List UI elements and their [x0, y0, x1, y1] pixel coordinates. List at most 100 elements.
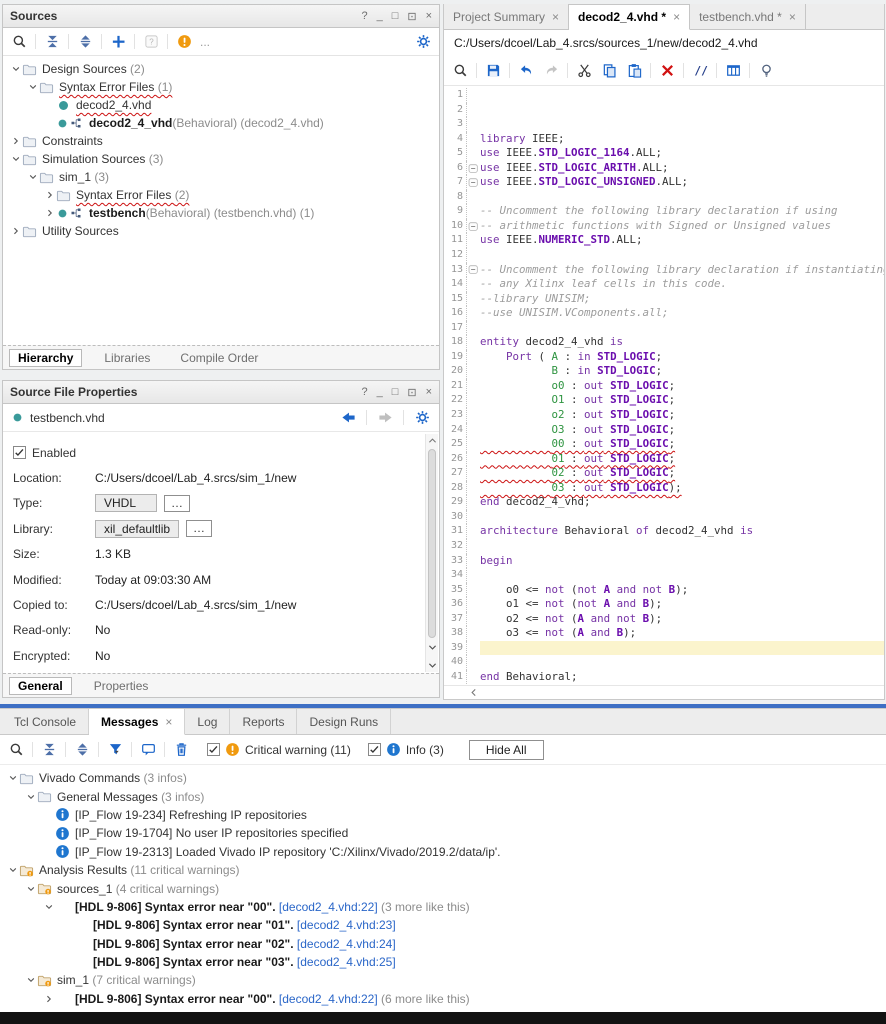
code-line[interactable]: 36 o1 <= not (not A and B); [444, 597, 884, 612]
search-button[interactable] [451, 62, 469, 80]
filter-button[interactable] [106, 741, 124, 759]
chevR-icon[interactable] [45, 190, 55, 200]
file-line-link[interactable]: [decod2_4.vhd:23] [297, 918, 396, 932]
code-line[interactable]: 7 use IEEE.STD_LOGIC_UNSIGNED.ALL; [444, 175, 884, 190]
file-line-link[interactable]: [decod2_4.vhd:22] [279, 900, 378, 914]
code-line[interactable]: 29 end decod2_4_vhd; [444, 495, 884, 510]
settings-button[interactable] [413, 409, 431, 427]
tree-row[interactable]: sim_1 (3) [3, 168, 439, 186]
expander-open-icon[interactable] [24, 884, 37, 894]
chevD-icon[interactable] [28, 172, 38, 182]
scroll-left-icon[interactable] [468, 687, 479, 698]
tree-row[interactable]: testbench(Behavioral) (testbench.vhd) (1… [3, 204, 439, 222]
code-line[interactable]: 23 o2 : out STD_LOGIC; [444, 408, 884, 423]
code-line[interactable]: 18 entity decod2_4_vhd is [444, 335, 884, 350]
file-line-link[interactable]: [decod2_4.vhd:24] [297, 937, 396, 951]
expander-open-icon[interactable] [26, 172, 39, 182]
bottom-tab-log[interactable]: Log [185, 709, 231, 734]
file-line-link[interactable]: [decod2_4.vhd:22] [279, 992, 378, 1006]
tree-row[interactable]: Analysis Results (11 critical warnings) [0, 861, 886, 879]
code-line[interactable]: 20 B : in STD_LOGIC; [444, 364, 884, 379]
browse-button[interactable]: … [186, 520, 213, 538]
bottom-tab-design-runs[interactable]: Design Runs [297, 709, 392, 734]
minimize-icon[interactable]: _ [377, 386, 383, 399]
expander-closed-icon[interactable] [42, 994, 55, 1004]
code-line[interactable]: 12 [444, 248, 884, 263]
code-line[interactable]: 14 -- any Xilinx leaf cells in this code. [444, 277, 884, 292]
expand-all-button[interactable] [76, 33, 94, 51]
code-line[interactable]: 16 --use UNISIM.VComponents.all; [444, 306, 884, 321]
code-line[interactable]: 33 begin [444, 553, 884, 569]
tree-row[interactable]: Syntax Error Files (1) [3, 78, 439, 96]
help-icon[interactable]: ? [361, 386, 367, 399]
expander-open-icon[interactable] [26, 82, 39, 92]
tree-row[interactable]: [IP_Flow 19-234] Refreshing IP repositor… [0, 806, 886, 824]
code-line[interactable]: 24 O3 : out STD_LOGIC; [444, 422, 884, 438]
code-line[interactable]: 41 end Behavioral; [444, 669, 884, 685]
delete-messages-button[interactable] [172, 741, 190, 759]
code-line[interactable]: 19 Port ( A : in STD_LOGIC; [444, 349, 884, 365]
expander-open-icon[interactable] [9, 154, 22, 164]
search-button[interactable] [10, 33, 28, 51]
warning-button[interactable] [175, 33, 193, 51]
forward-button[interactable] [376, 409, 394, 427]
close-tab-icon[interactable]: × [165, 715, 172, 729]
collapse-all-button[interactable] [43, 33, 61, 51]
scroll-down-icon[interactable] [426, 659, 439, 672]
tree-row[interactable]: [HDL 9-806] Syntax error near "00". [dec… [0, 898, 886, 916]
chevD-icon[interactable] [11, 64, 21, 74]
copy-button[interactable] [600, 62, 618, 80]
tree-row[interactable]: Vivado Commands (3 infos) [0, 769, 886, 787]
chevD-icon[interactable] [8, 773, 18, 783]
browse-button[interactable]: … [164, 494, 190, 512]
tree-row[interactable]: [HDL 9-806] Syntax error near "01". [dec… [0, 916, 886, 934]
tree-row[interactable]: [HDL 9-806] Syntax error near "03". [dec… [0, 953, 886, 971]
search-button[interactable] [7, 741, 25, 759]
lightbulb-button[interactable] [757, 62, 775, 80]
hide-all-button[interactable]: Hide All [468, 739, 544, 760]
scroll-down-icon[interactable] [426, 641, 439, 654]
maximize-icon[interactable]: □ [392, 10, 399, 23]
tree-row[interactable]: [HDL 9-806] Syntax error near "00". [dec… [0, 990, 886, 1008]
editor-horizontal-scrollbar[interactable] [444, 685, 884, 699]
editor-tab-testbench-vhd-[interactable]: testbench.vhd * × [690, 4, 806, 29]
tree-row[interactable]: decod2_4.vhd [3, 96, 439, 114]
sources-tab-libraries[interactable]: Libraries [96, 350, 158, 366]
code-line[interactable]: 1 [444, 88, 884, 103]
code-line[interactable]: 25 00 : out STD_LOGIC; [444, 437, 884, 452]
expander-closed-icon[interactable] [43, 190, 56, 200]
cut-button[interactable] [575, 62, 593, 80]
undo-button[interactable] [517, 62, 535, 80]
code-area[interactable]: 1 2 3 4 library IEEE; 5 use IEEE.STD_LOGIC_116… [444, 86, 884, 685]
code-line[interactable]: 8 [444, 189, 884, 205]
code-line[interactable]: 35 o0 <= not (not A and not B); [444, 582, 884, 598]
code-line[interactable]: 6 use IEEE.STD_LOGIC_ARITH.ALL; [444, 160, 884, 176]
scrollbar-thumb[interactable] [428, 449, 436, 638]
code-line[interactable]: 27 02 : out STD_LOGIC; [444, 466, 884, 481]
expander-open-icon[interactable] [42, 902, 55, 912]
expander-closed-icon[interactable] [43, 208, 56, 218]
chevR-icon[interactable] [44, 994, 54, 1004]
scroll-up-icon[interactable] [426, 434, 439, 447]
properties-tab-properties[interactable]: Properties [86, 678, 157, 694]
expander-open-icon[interactable] [24, 792, 37, 802]
tree-row[interactable]: Constraints [3, 132, 439, 150]
help-icon[interactable]: ? [361, 10, 367, 23]
comment-button[interactable]: // [691, 62, 709, 80]
expander-open-icon[interactable] [6, 773, 19, 783]
tree-row[interactable]: sources_1 (4 critical warnings) [0, 879, 886, 897]
code-line[interactable]: 3 [444, 117, 884, 132]
code-line[interactable]: 17 [444, 320, 884, 336]
settings-button[interactable] [414, 33, 432, 51]
properties-tab-general[interactable]: General [9, 676, 72, 695]
close-tab-icon[interactable]: × [673, 10, 680, 24]
float-icon[interactable]: ⊡ [407, 386, 416, 399]
close-icon[interactable]: × [426, 10, 432, 23]
code-line[interactable]: 28 03 : out STD_LOGIC); [444, 480, 884, 496]
float-icon[interactable]: ⊡ [407, 10, 416, 23]
tree-row[interactable]: [IP_Flow 19-2313] Loaded Vivado IP repos… [0, 843, 886, 861]
code-line[interactable]: 30 [444, 509, 884, 525]
tree-row[interactable]: decod2_4_vhd(Behavioral) (decod2_4.vhd) [3, 114, 439, 132]
add-button[interactable] [109, 33, 127, 51]
property-value[interactable]: VHDL [95, 494, 157, 513]
